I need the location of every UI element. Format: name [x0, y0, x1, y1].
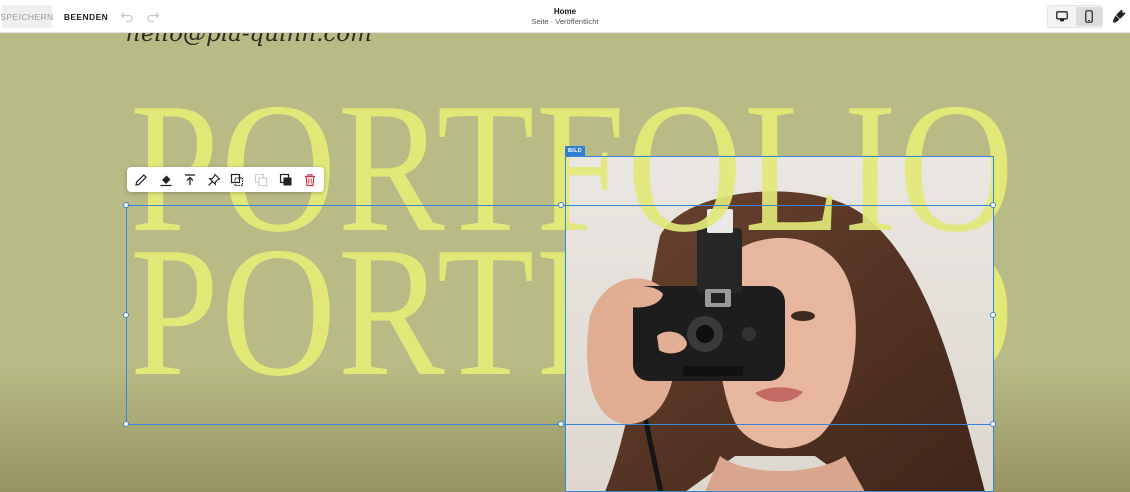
- paintbrush-icon: [1112, 9, 1126, 23]
- mobile-icon: [1085, 10, 1093, 23]
- desktop-icon: [1056, 11, 1068, 22]
- move-to-top-icon: [185, 174, 195, 185]
- email-text[interactable]: hello@pia-quinn.com: [126, 33, 372, 47]
- site-styles-button[interactable]: [1110, 7, 1128, 25]
- resize-handle-right-middle[interactable]: [990, 312, 996, 318]
- move-to-top-button[interactable]: [181, 171, 199, 189]
- fill-button[interactable]: [157, 171, 175, 189]
- page-canvas: hello@pia-quinn.com PORTFOLIO PORTFOLIO: [0, 33, 1130, 492]
- resize-handle-top-middle[interactable]: [558, 202, 564, 208]
- resize-handle-bottom-left[interactable]: [123, 421, 129, 427]
- device-view-toggle: [1047, 5, 1103, 28]
- delete-button[interactable]: [301, 171, 319, 189]
- exit-button[interactable]: BEENDEN: [61, 5, 111, 28]
- edit-button[interactable]: [132, 171, 150, 189]
- desktop-view-button[interactable]: [1049, 7, 1075, 26]
- editor-topbar: SPEICHERN BEENDEN Home Seite · Veröffent…: [0, 0, 1130, 33]
- duplicate-button[interactable]: [277, 171, 295, 189]
- bring-forward-button[interactable]: [228, 171, 246, 189]
- pin-button[interactable]: [205, 171, 223, 189]
- page-info[interactable]: Home Seite · Veröffentlicht: [465, 7, 665, 27]
- duplicate-icon: [279, 173, 292, 186]
- resize-handle-bottom-middle[interactable]: [558, 421, 564, 427]
- resize-handle-bottom-right[interactable]: [990, 421, 996, 427]
- redo-icon[interactable]: [146, 9, 160, 23]
- pin-icon: [208, 173, 221, 186]
- resize-handle-top-left[interactable]: [123, 202, 129, 208]
- save-button[interactable]: SPEICHERN: [0, 5, 53, 28]
- send-backward-button[interactable]: [252, 171, 270, 189]
- send-backward-icon: [254, 173, 268, 187]
- bring-forward-icon: [230, 173, 244, 187]
- image-block-selection[interactable]: [565, 156, 994, 492]
- mobile-view-button[interactable]: [1076, 7, 1102, 26]
- block-toolbar: [127, 167, 324, 192]
- resize-handle-top-right[interactable]: [990, 202, 996, 208]
- page-title: Home: [553, 7, 577, 16]
- page-status: Seite · Veröffentlicht: [531, 17, 599, 26]
- block-type-label: BILD: [565, 146, 586, 156]
- resize-handle-left-middle[interactable]: [123, 312, 129, 318]
- fill-bucket-icon: [160, 175, 172, 187]
- delete-trash-icon: [305, 174, 315, 187]
- undo-icon[interactable]: [120, 9, 134, 23]
- edit-pencil-icon: [135, 174, 147, 186]
